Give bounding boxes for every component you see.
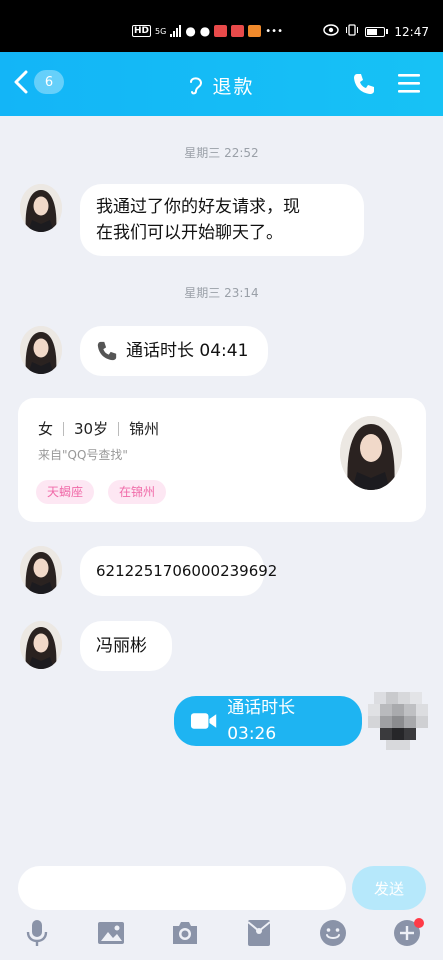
message-list[interactable]: 星期三 22:52 我通过了你的好友请求，现 在我们可以开始聊天了。 星期三 2… (0, 116, 443, 856)
vibrate-icon (345, 24, 359, 39)
profile-city: 锦州 (129, 420, 160, 438)
status-bar: HD 5G ● ● ••• 12:47 (0, 0, 443, 52)
chat-header: 6 退款 (0, 52, 443, 116)
call-record-bubble[interactable]: 通话时长 04:41 (80, 326, 268, 376)
message-text: 6212251706000239692 (96, 562, 278, 580)
avatar[interactable] (20, 621, 62, 669)
emoji-icon (320, 920, 346, 946)
profile-avatar[interactable] (340, 416, 402, 490)
message-text-line: 我通过了你的好友请求，现 (96, 197, 300, 217)
image-button[interactable] (96, 918, 126, 948)
app-notification-icon-2 (231, 25, 245, 37)
mic-icon (26, 920, 48, 946)
clock: 12:47 (394, 24, 429, 39)
app-notification-icon-3 (248, 25, 262, 37)
emoji-button[interactable] (318, 918, 348, 948)
phone-icon (97, 341, 117, 361)
profile-tag: 在锦州 (108, 480, 167, 504)
avatar[interactable] (20, 546, 62, 594)
message-input[interactable] (18, 866, 346, 910)
menu-button[interactable] (397, 72, 421, 98)
phone-icon (354, 74, 374, 94)
avatar[interactable] (20, 184, 62, 232)
wechat-icon: ● (185, 24, 196, 38)
chat-title-text: 退款 (212, 76, 255, 98)
divider (63, 421, 65, 436)
more-notifications-icon: ••• (265, 25, 283, 37)
ear-icon (188, 74, 204, 101)
self-avatar[interactable] (368, 686, 428, 752)
hd-indicator: HD (132, 25, 152, 37)
send-button[interactable]: 发送 (352, 866, 426, 910)
timestamp: 星期三 23:14 (184, 286, 259, 300)
profile-info-line: 女 30岁 锦州 (38, 418, 159, 439)
eye-icon (323, 24, 340, 39)
camera-button[interactable] (170, 918, 200, 948)
profile-tag: 天蝎座 (36, 480, 95, 504)
profile-source: 来自"QQ号查找" (38, 448, 128, 462)
message-bubble[interactable]: 我通过了你的好友请求，现 在我们可以开始聊天了。 (80, 184, 364, 256)
red-packet-button[interactable] (244, 918, 274, 948)
timestamp: 星期三 22:52 (184, 146, 259, 160)
voice-input-button[interactable] (22, 918, 52, 948)
wechat-icon-2: ● (199, 24, 211, 38)
profile-gender: 女 (38, 420, 54, 438)
input-bar: 发送 (0, 856, 443, 960)
message-bubble[interactable]: 6212251706000239692 (80, 546, 277, 596)
message-text-line: 在我们可以开始聊天了。 (96, 223, 283, 243)
message-bubble[interactable]: 冯丽彬 (80, 621, 172, 671)
status-bar-right: 12:47 (323, 24, 429, 39)
signal-label: 5G (155, 26, 167, 36)
camera-icon (173, 922, 197, 944)
divider (118, 421, 120, 436)
signal-icon (170, 25, 182, 37)
profile-age: 30岁 (74, 420, 109, 438)
battery-icon (365, 26, 389, 37)
new-notification-dot (414, 918, 424, 928)
status-bar-left: HD 5G ● ● ••• (132, 24, 283, 38)
call-record-bubble-sent[interactable]: 通话时长 03:26 (174, 696, 362, 746)
red-packet-icon (247, 920, 271, 946)
voice-call-button[interactable] (352, 72, 376, 100)
chat-title: 退款 (0, 72, 443, 101)
message-text: 冯丽彬 (96, 636, 147, 656)
video-camera-icon (190, 713, 217, 729)
menu-icon (398, 74, 420, 93)
avatar[interactable] (20, 326, 62, 374)
call-duration-text: 通话时长 03:26 (227, 698, 296, 744)
image-icon (98, 922, 124, 944)
app-notification-icon (214, 25, 228, 37)
profile-card[interactable]: 女 30岁 锦州 来自"QQ号查找" 天蝎座 在锦州 (18, 398, 426, 522)
call-duration-text: 通话时长 04:41 (126, 341, 249, 361)
